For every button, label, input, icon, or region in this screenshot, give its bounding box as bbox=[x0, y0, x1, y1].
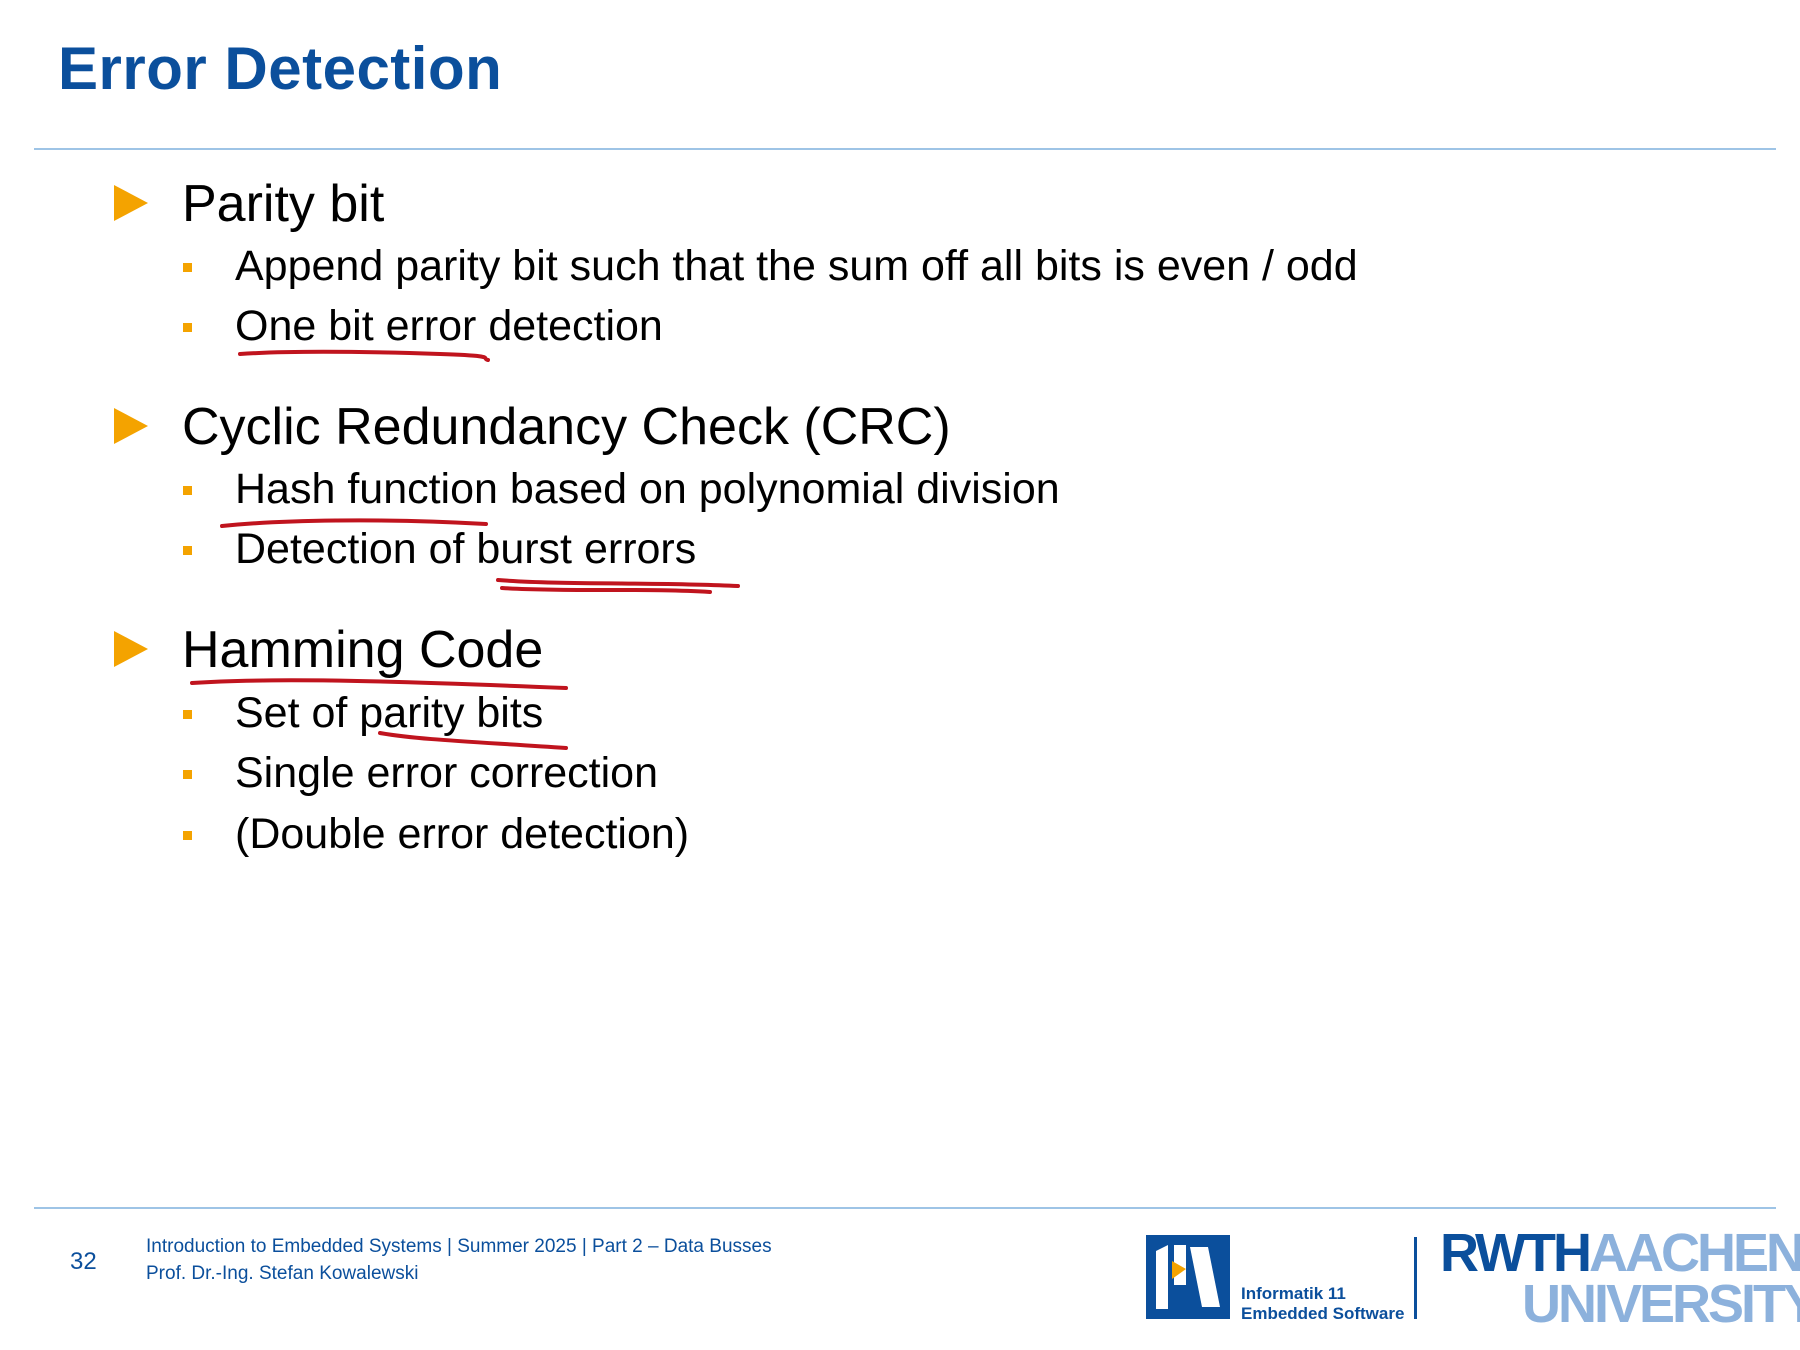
square-bullet-icon bbox=[183, 831, 192, 840]
list-item: Set of parity bits bbox=[235, 689, 544, 737]
triangle-bullet-icon bbox=[114, 631, 148, 667]
section-heading-hamming: Hamming Code bbox=[182, 621, 544, 679]
logo-divider bbox=[1414, 1237, 1417, 1319]
underline-burst-errors bbox=[496, 578, 740, 594]
list-item: (Double error detection) bbox=[235, 810, 690, 858]
list-item: Hash function based on polynomial divisi… bbox=[235, 465, 1060, 513]
list-item: Detection of burst errors bbox=[235, 525, 697, 573]
square-bullet-icon bbox=[183, 263, 192, 272]
list-item: Append parity bit such that the sum off … bbox=[235, 242, 1358, 290]
slide-number: 32 bbox=[70, 1248, 97, 1275]
square-bullet-icon bbox=[183, 486, 192, 495]
footer-divider bbox=[34, 1207, 1776, 1209]
footer-author-line: Prof. Dr.-Ing. Stefan Kowalewski bbox=[146, 1263, 419, 1284]
university-logo-word: UNIVERSITY bbox=[1522, 1274, 1800, 1334]
rwth-logo: RWTHAACHEN bbox=[1440, 1226, 1800, 1280]
informatik-11-logo-icon bbox=[1146, 1235, 1230, 1319]
institute-name: Informatik 11 bbox=[1241, 1284, 1346, 1303]
underline-one-bit-error bbox=[238, 349, 490, 362]
slide-title: Error Detection bbox=[58, 35, 503, 102]
triangle-bullet-icon bbox=[114, 408, 148, 444]
footer-course-line: Introduction to Embedded Systems | Summe… bbox=[146, 1236, 772, 1257]
institute-subtitle: Embedded Software bbox=[1241, 1304, 1405, 1323]
square-bullet-icon bbox=[183, 710, 192, 719]
square-bullet-icon bbox=[183, 546, 192, 555]
section-heading-parity: Parity bit bbox=[182, 175, 385, 233]
square-bullet-icon bbox=[183, 770, 192, 779]
underline-hamming-code bbox=[190, 678, 568, 690]
list-item: Single error correction bbox=[235, 749, 659, 797]
header-divider bbox=[34, 148, 1776, 150]
triangle-bullet-icon bbox=[114, 185, 148, 221]
square-bullet-icon bbox=[183, 323, 192, 332]
list-item: One bit error detection bbox=[235, 302, 663, 350]
section-heading-crc: Cyclic Redundancy Check (CRC) bbox=[182, 398, 951, 456]
